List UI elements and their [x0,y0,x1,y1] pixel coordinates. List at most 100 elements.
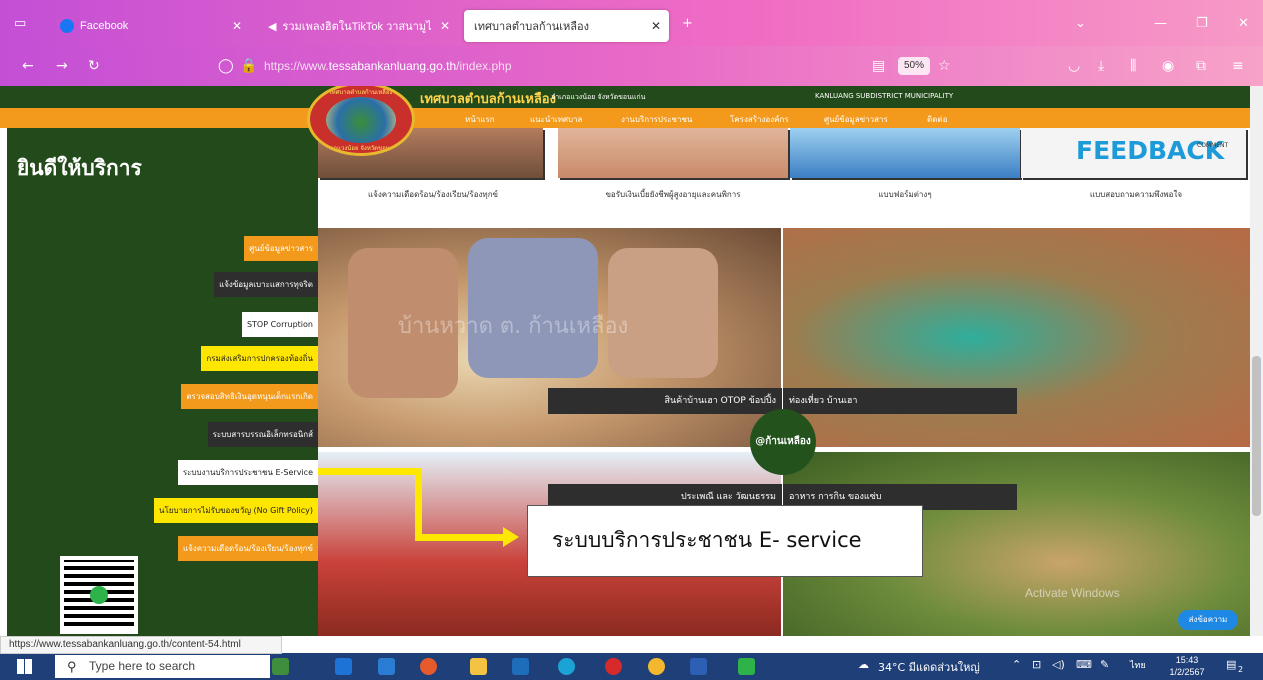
line-app-icon[interactable] [738,658,755,675]
restore-icon[interactable]: ❐ [1196,16,1208,31]
feedback-text: FEEDBACK [1076,136,1225,165]
menu-item-contact[interactable]: ติดต่อ [927,113,947,126]
photo-otop[interactable]: บ้านหวาด ต. ก้านเหลือง [318,228,781,447]
opera-icon[interactable] [605,658,622,675]
store-icon[interactable] [512,658,529,675]
caption-otop[interactable]: สินค้าบ้านเฮา OTOP ข้อปปิ้ง [548,388,782,414]
file-explorer-icon[interactable] [470,658,487,675]
shield-icon[interactable]: ◯ [218,58,234,74]
minimize-icon[interactable]: — [1154,16,1167,31]
photo-travel[interactable] [783,228,1250,447]
notification-icon[interactable]: ▤ [1226,658,1236,671]
scroll-thumb[interactable] [1252,356,1261,516]
new-tab-icon[interactable]: + [682,16,693,31]
menu-item-about[interactable]: แนะนำเทศบาล [530,113,582,126]
card-caption[interactable]: แจ้งความเดือดร้อน/ร้องเรียน/ร้องทุกข์ [318,188,548,201]
edge-icon[interactable] [558,658,575,675]
lock-icon[interactable]: 🔒 [240,58,257,74]
volume-icon[interactable]: ◁) [1052,658,1065,671]
site-header: เทศบาลตำบลก้านเหลือง อำเภอแวงน้อย จังหวั… [0,86,1250,108]
card-caption[interactable]: ขอรับเงินเบี้ยยังชีพผู้สูงอายุและคนพิการ [558,188,788,201]
weather-text[interactable]: 34°C มีแดดส่วนใหญ่ [878,658,980,676]
chrome-icon[interactable] [648,658,665,675]
arrow-head-icon [503,527,519,547]
menu-item-home[interactable]: หน้าแรก [465,113,495,126]
menu-item-services[interactable]: งานบริการประชาชน [621,113,692,126]
lighthouse-icon[interactable] [272,658,289,675]
clock[interactable]: 15:43 1/2/2567 [1162,654,1212,678]
menu-item-structure[interactable]: โครงสร้างองค์กร [730,113,789,126]
chevron-down-icon[interactable]: ⌄ [1075,16,1086,31]
browser-nav-bar: ← → ↻ ◯ 🔒 https://www.tessabankanluang.g… [0,46,1263,86]
card-image[interactable] [790,128,1020,178]
tab-label: Facebook [80,20,129,32]
sidebar-btn-e-document[interactable]: ระบบสารบรรณอิเล็กทรอนิกส์ [207,422,318,447]
firefox-icon[interactable] [420,658,437,675]
extensions-icon[interactable]: ⧉ [1196,58,1206,74]
menu-item-info-center[interactable]: ศูนย์ข้อมูลข่าวสาร [824,113,888,126]
card-image[interactable] [558,128,788,178]
card-caption[interactable]: แบบฟอร์มต่างๆ [790,188,1020,201]
windows-taskbar: ⚲ Type here to search ☁ 34°C มีแดดส่วนให… [0,653,1263,680]
caption-travel[interactable]: ท่องเที่ยว บ้านเฮา [783,388,1017,414]
chat-button[interactable]: ส่งข้อความ [1178,610,1238,630]
logo-text-bottom: อำเภอแวงน้อย จังหวัดขอนแก่น [320,145,402,152]
reader-icon[interactable]: ▤ [872,58,885,74]
pocket-icon[interactable]: ◡ [1068,58,1080,74]
close-icon[interactable]: ✕ [651,19,661,33]
kanluang-badge: @ก้านเหลือง [750,409,816,475]
sidebar-btn-e-service[interactable]: ระบบงานบริการประชาชน E-Service [177,460,318,485]
download-icon[interactable]: ⤓ [1098,58,1104,74]
tab-label: เทศบาลตำบลก้านเหลือง [474,21,590,33]
close-icon[interactable]: ✕ [440,19,450,33]
search-icon: ⚲ [67,659,77,674]
welcome-heading: ยินดีให้บริการ [17,156,142,180]
tab-list-icon[interactable]: ▭ [14,16,26,31]
card-caption[interactable]: แบบสอบถามความพึงพอใจ [1021,188,1250,201]
sidebar-btn-info-center[interactable]: ศูนย์ข้อมูลข่าวสาร [244,236,318,261]
clock-date: 1/2/2567 [1169,667,1205,677]
tab-facebook[interactable]: Facebook ✕ [50,10,250,42]
reload-icon[interactable]: ↻ [88,58,100,74]
input-language[interactable]: ไทย [1130,658,1146,672]
annotation-arrow [415,468,422,537]
tab-tiktok[interactable]: ◀ รวมเพลงฮิตในTikTok วาสนามูไต ✕ [258,10,458,42]
back-icon[interactable]: ← [22,58,34,74]
url-path: /index.php [456,59,512,73]
taskbar-search[interactable]: ⚲ Type here to search [55,655,270,678]
mail-icon[interactable] [378,658,395,675]
card-image[interactable]: FEEDBACK COMMENT [1021,128,1246,178]
site-logo[interactable]: เทศบาลตำบลก้านเหลือง อำเภอแวงน้อย จังหวั… [307,86,415,156]
close-icon[interactable]: ✕ [232,19,242,33]
tab-tessaban[interactable]: เทศบาลตำบลก้านเหลือง ✕ [464,10,669,42]
network-icon[interactable]: ⊡ [1032,658,1041,671]
search-placeholder: Type here to search [89,659,196,673]
menu-icon[interactable]: ≡ [1232,58,1244,74]
library-icon[interactable]: ⫼ [1130,58,1136,74]
edge-legacy-icon[interactable] [335,658,352,675]
comment-text: COMMENT [1197,142,1229,149]
sidebar-btn-report-corruption[interactable]: แจ้งข้อมูลเบาะแสการทุจริต [214,272,318,297]
sidebar-btn-dla[interactable]: กรมส่งเสริมการปกครองท้องถิ่น [201,346,318,371]
pen-icon[interactable]: ✎ [1100,658,1109,671]
bookmark-star-icon[interactable]: ☆ [938,58,951,74]
activate-windows-watermark: Activate Windows [1025,586,1120,600]
scrollbar[interactable] [1250,86,1263,636]
tray-chevron-icon[interactable]: ⌃ [1012,658,1021,671]
language-bar-icon[interactable]: ⌨ [1076,658,1092,671]
close-window-icon[interactable]: ✕ [1238,16,1249,31]
zoom-indicator[interactable]: 50% [898,57,930,75]
sidebar-btn-no-gift[interactable]: นโยบายการไม่รับของขวัญ (No Gift Policy) [154,498,318,523]
sidebar-btn-complaint[interactable]: แจ้งความเดือดร้อน/ร้องเรียน/ร้องทุกข์ [177,536,318,561]
callout-box: ระบบบริการประชาชน E- service [527,505,923,577]
windows-start-icon[interactable] [17,659,32,674]
url-scheme: https://www. [264,59,329,73]
url-domain: tessabankanluang.go.th [328,59,457,73]
browser-tab-bar: ▭ Facebook ✕ ◀ รวมเพลงฮิตในTikTok วาสนาม… [0,0,1263,46]
account-icon[interactable]: ◉ [1162,58,1174,74]
sidebar-btn-child-subsidy[interactable]: ตรวจสอบสิทธิเงินอุดหนุนเด็กแรกเกิด [181,384,318,409]
sidebar-btn-stop-corruption[interactable]: STOP Corruption [241,312,318,337]
forward-icon[interactable]: → [56,58,68,74]
word-icon[interactable] [690,658,707,675]
url-bar[interactable]: https://www.tessabankanluang.go.th/index… [264,59,512,73]
